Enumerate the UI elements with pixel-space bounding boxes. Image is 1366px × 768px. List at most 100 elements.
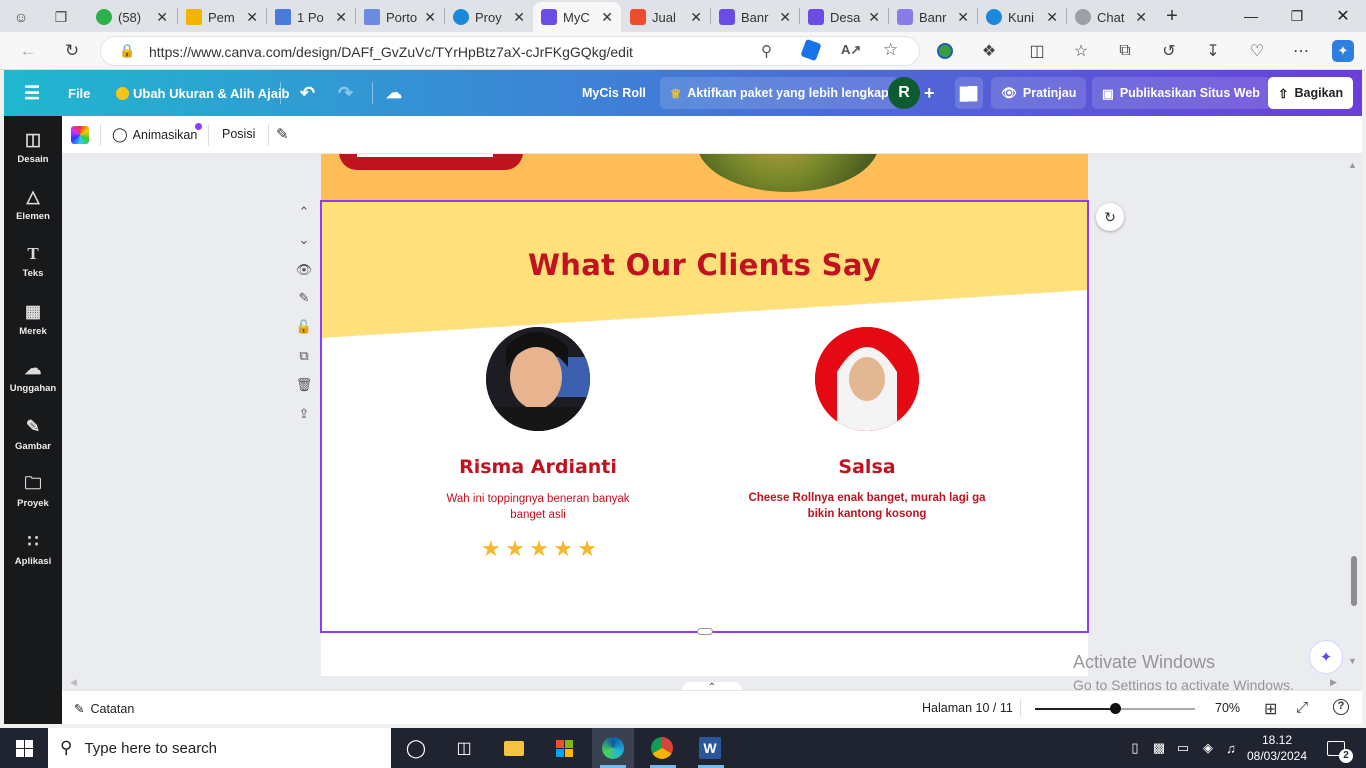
zoom-slider-thumb[interactable] [1110,703,1121,714]
close-tab-icon[interactable]: ✕ [779,9,791,26]
browser-tab[interactable]: Chat ✕ [1067,2,1155,32]
browser-tab[interactable]: Porto ✕ [356,2,444,32]
restore-icon[interactable]: ❐ [1274,0,1320,32]
sidebar-item-design[interactable]: ◫ Desain [4,130,62,180]
sidebar-item-draw[interactable]: ✎ Gambar [4,417,62,467]
resize-button[interactable]: Ubah Ukuran & Alih Ajaib [116,70,290,116]
tag-icon[interactable] [800,38,822,62]
microsoft-store-icon[interactable] [544,728,584,768]
duplicate-section-icon[interactable]: ⧉ [294,346,314,366]
magic-assistant-icon[interactable]: ✦ [1309,640,1343,674]
minimize-icon[interactable]: — [1228,0,1274,32]
refresh-icon[interactable]: ↻ [60,40,84,62]
redo-icon[interactable]: ↷ [338,70,353,116]
upgrade-button[interactable]: ♕ Aktifkan paket yang lebih lengkap [660,77,899,109]
close-tab-icon[interactable]: ✕ [335,9,347,26]
battery-icon[interactable]: ▭ [1172,728,1194,768]
file-explorer-icon[interactable] [494,728,534,768]
cloud-saved-icon[interactable]: ☁ [386,70,402,116]
help-icon[interactable]: ? [1333,699,1349,715]
security-icon[interactable]: ▩ [1148,728,1170,768]
wifi-icon[interactable]: ◈ [1196,728,1220,768]
new-tab-icon[interactable]: + [1160,4,1184,28]
insights-chart-icon[interactable]: █▉ [955,77,983,109]
close-tab-icon[interactable]: ✕ [868,9,880,26]
scroll-left-icon[interactable]: ◀ [70,677,77,688]
add-section-icon[interactable]: ⇪ [294,404,314,424]
position-button[interactable]: Posisi [222,127,255,141]
regenerate-icon[interactable]: ↻ [1096,203,1124,231]
profile-icon[interactable]: ☺ [10,6,32,28]
hide-section-icon[interactable]: 👁 [294,260,314,280]
url-bar[interactable]: 🔒 https://www.canva.com/design/DAFf_GvZu… [100,36,920,66]
usb-icon[interactable]: ▯ [1124,728,1146,768]
volume-icon[interactable]: ♫ [1220,728,1242,768]
collections-icon[interactable]: ⧉ [1114,40,1136,62]
close-tab-icon[interactable]: ✕ [690,9,702,26]
document-title[interactable]: MyCis Roll [582,70,646,116]
browser-tab[interactable]: (58) ✕ [88,2,176,32]
sidebar-item-uploads[interactable]: ☁ Unggahan [4,359,62,409]
share-button[interactable]: ⇧ Bagikan [1268,77,1354,109]
cortana-icon[interactable]: ◯ [396,728,436,768]
lock-section-icon[interactable]: 🔓 [294,317,314,337]
notification-center-icon[interactable]: 2 [1318,728,1354,768]
add-collaborator-icon[interactable]: + [924,70,935,116]
favorites-icon[interactable]: ☆ [1070,40,1092,62]
preview-button[interactable]: 👁 Pratinjau [991,77,1087,109]
close-tab-icon[interactable]: ✕ [424,9,436,26]
browser-tab[interactable]: Pem ✕ [178,2,266,32]
word-taskbar-icon[interactable]: W [690,728,730,768]
history-icon[interactable]: ↺ [1158,40,1180,62]
menu-icon[interactable]: ☰ [24,70,40,116]
browser-tab[interactable]: Kuni ✕ [978,2,1066,32]
move-section-down-icon[interactable]: ⌄ [294,230,314,250]
chrome-taskbar-icon[interactable] [642,728,682,768]
downloads-icon[interactable]: ↧ [1202,40,1224,62]
section-resize-handle[interactable] [697,628,713,635]
windows-start-icon[interactable] [0,728,48,768]
browser-tab[interactable]: Banr ✕ [711,2,799,32]
paint-format-icon[interactable]: ✎ [276,125,289,143]
browser-tab[interactable]: 1 Po ✕ [267,2,355,32]
browser-tab[interactable]: Proy ✕ [445,2,533,32]
close-tab-icon[interactable]: ✕ [246,9,258,26]
fullscreen-icon[interactable]: ⤢ [1296,699,1308,716]
close-tab-icon[interactable]: ✕ [1135,9,1147,26]
extension-globe-icon[interactable] [934,40,956,62]
favorite-star-icon[interactable]: ☆ [883,40,898,60]
undo-icon[interactable]: ↶ [300,70,315,116]
notes-button[interactable]: ✎ Catatan [74,701,134,717]
more-menu-icon[interactable]: ⋯ [1290,40,1312,62]
grid-view-icon[interactable]: ⊞ [1264,699,1277,719]
task-view-icon[interactable]: ◫ [444,728,484,768]
performance-icon[interactable]: ♡ [1246,40,1268,62]
close-tab-icon[interactable]: ✕ [513,9,525,26]
add-notes-icon[interactable]: ✎ [294,288,314,308]
scroll-down-icon[interactable]: ▼ [1348,656,1358,666]
animate-button[interactable]: ◯ Animasikan [112,126,197,143]
browser-tab[interactable]: Banr ✕ [889,2,977,32]
close-tab-icon[interactable]: ✕ [156,9,168,26]
close-tab-icon[interactable]: ✕ [601,9,613,26]
browser-tab[interactable]: Desa ✕ [800,2,888,32]
clock[interactable]: 18.12 08/03/2024 [1246,728,1308,768]
close-window-icon[interactable]: ✕ [1320,0,1366,32]
sidebar-item-projects[interactable]: 🗀 Proyek [4,474,62,524]
delete-section-icon[interactable]: 🗑 [294,375,314,395]
publish-button[interactable]: ▣ Publikasikan Situs Web [1092,77,1270,109]
sidebar-item-apps[interactable]: ∷ Aplikasi [4,532,62,582]
close-tab-icon[interactable]: ✕ [957,9,969,26]
taskbar-search-box[interactable]: ⚲ Type here to search [48,728,391,768]
page-indicator[interactable]: Halaman 10 / 11 [922,701,1013,715]
copilot-icon[interactable]: ✦ [1332,40,1354,62]
zoom-level[interactable]: 70% [1215,701,1240,715]
close-tab-icon[interactable]: ✕ [1046,9,1058,26]
edge-taskbar-icon[interactable] [592,728,634,768]
scroll-up-icon[interactable]: ▲ [1348,160,1358,170]
file-menu[interactable]: File [68,70,90,116]
sidebar-item-elements[interactable]: △ Elemen [4,187,62,237]
vertical-scrollbar-thumb[interactable] [1351,556,1357,606]
sidebar-item-brand[interactable]: ▦ Merek [4,302,62,352]
scroll-right-icon[interactable]: ▶ [1330,677,1337,688]
